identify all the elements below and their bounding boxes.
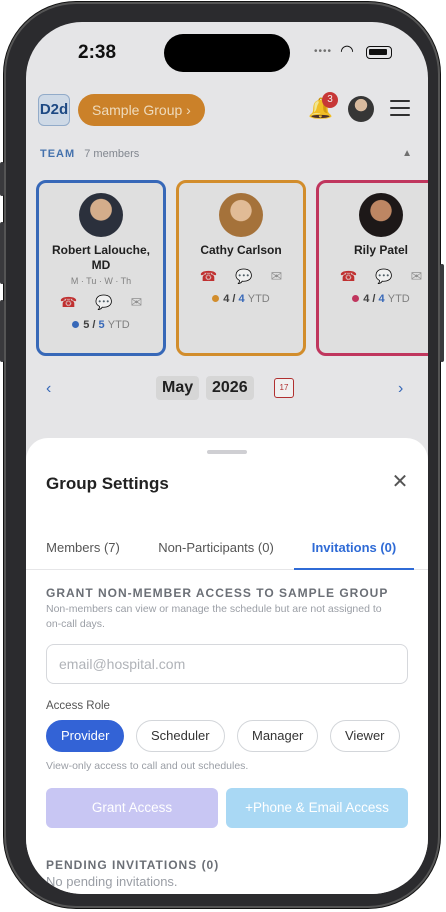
access-role-label: Access Role [46, 700, 110, 712]
role-viewer-button[interactable]: Viewer [330, 720, 400, 752]
tab-members[interactable]: Members (7) [38, 528, 128, 570]
volume-down-button [0, 300, 4, 362]
mute-switch [0, 162, 4, 196]
volume-up-button [0, 222, 4, 284]
email-field[interactable] [46, 644, 408, 684]
grant-access-button[interactable]: Grant Access [46, 788, 218, 828]
tab-invitations[interactable]: Invitations (0) [294, 528, 414, 570]
sheet-title: Group Settings [46, 474, 169, 493]
role-manager-button[interactable]: Manager [237, 720, 319, 752]
sheet-grabber[interactable] [207, 450, 247, 454]
pending-invitations-empty: No pending invitations. [46, 874, 178, 889]
role-scheduler-button[interactable]: Scheduler [136, 720, 225, 752]
power-button [440, 264, 444, 362]
close-icon[interactable]: ✕ [390, 472, 410, 492]
phone-screen: 2:38 •••• ◠ D2d Sample Group › 🔔 3 TEAM … [26, 22, 428, 894]
phone-email-access-button[interactable]: +Phone & Email Access [226, 788, 408, 828]
pending-invitations-title: PENDING INVITATIONS (0) [46, 858, 220, 872]
phone-frame: 2:38 •••• ◠ D2d Sample Group › 🔔 3 TEAM … [0, 2, 444, 908]
role-provider-button[interactable]: Provider [46, 720, 125, 752]
settings-tabs: Members (7) Non-Participants (0) Invitat… [26, 528, 428, 570]
grant-access-title: GRANT NON-MEMBER ACCESS TO SAMPLE GROUP [46, 586, 389, 600]
grant-access-description: Non-members can view or manage the sched… [46, 603, 382, 630]
tab-non-participants[interactable]: Non-Participants (0) [144, 528, 288, 570]
role-hint: View-only access to call and out schedul… [46, 760, 249, 772]
group-settings-sheet: Group Settings ✕ Members (7) Non-Partici… [26, 438, 428, 894]
